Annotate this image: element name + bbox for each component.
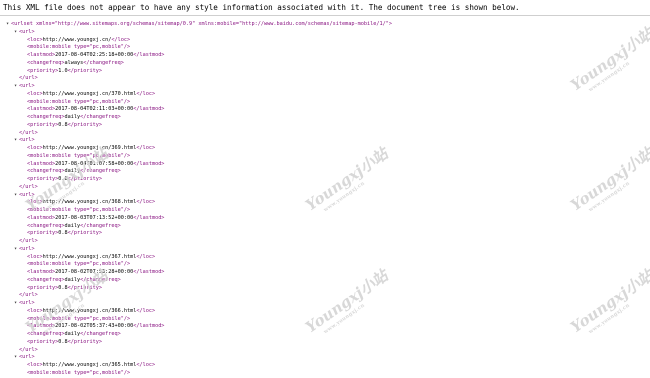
loc-element: <loc>http://www.youngxj.cn/367.html</loc… — [27, 253, 156, 260]
priority-element: <priority>1.0</priority> — [27, 67, 102, 74]
watermark-logo: Youngxj小站 www.youngxj.cn — [567, 144, 650, 215]
urlset-open-tag[interactable]: ▾ <urlset xmlns="http://www.sitemaps.org/… — [6, 21, 392, 29]
mobile-element: <mobile:mobile type="pc,mobile"/> — [27, 261, 131, 268]
url-open-tag[interactable]: ▾ <url> — [6, 354, 392, 362]
lastmod-element: <lastmod>2017-08-04T02:11:03+00:00</last… — [27, 106, 165, 113]
loc-element: <loc>http://www.youngxj.cn/365.html</loc… — [27, 362, 156, 368]
watermark-logo: Youngxj小站 www.youngxj.cn — [567, 266, 650, 337]
lastmod-element: <lastmod>2017-08-03T07:13:52+00:00</last… — [27, 214, 165, 221]
priority-element: <priority>0.8</priority> — [27, 338, 102, 345]
url-close-tag: </url> — [19, 238, 38, 244]
changefreq-element: <changefreq>always</changefreq> — [27, 59, 124, 66]
lastmod-element: <lastmod>2017-08-04T02:25:18+00:00</last… — [27, 52, 165, 58]
xml-notice: This XML file does not appear to have an… — [0, 0, 650, 16]
url-open-tag[interactable]: ▾ <url> — [6, 246, 392, 254]
changefreq-element: <changefreq>daily</changefreq> — [27, 331, 121, 337]
mobile-element: <mobile:mobile type="pc,mobile"/> — [27, 44, 131, 51]
mobile-element: <mobile:mobile type="pc,mobile"/> — [27, 207, 131, 213]
url-open-tag[interactable]: ▾ <url> — [6, 29, 392, 37]
changefreq-element: <changefreq>daily</changefreq> — [27, 114, 121, 120]
url-open-tag[interactable]: ▾ <url> — [6, 137, 392, 145]
mobile-element: <mobile:mobile type="pc,mobile"/> — [27, 98, 131, 105]
url-close-tag: </url> — [19, 346, 38, 353]
url-close-tag: </url> — [19, 75, 38, 82]
changefreq-element: <changefreq>daily</changefreq> — [27, 222, 121, 229]
loc-element: <loc>http://www.youngxj.cn/370.html</loc… — [27, 90, 156, 97]
lastmod-element: <lastmod>2017-08-02T07:53:28+00:00</last… — [27, 269, 165, 275]
url-close-tag: </url> — [19, 129, 38, 136]
loc-element: <loc>http://www.youngxj.cn/369.html</loc… — [27, 145, 156, 151]
loc-element: <loc>http://www.youngxj.cn/</loc> — [27, 36, 131, 43]
changefreq-element: <changefreq>daily</changefreq> — [27, 276, 121, 283]
watermark-logo: Youngxj小站 www.youngxj.cn — [567, 24, 650, 95]
mobile-element: <mobile:mobile type="pc,mobile"/> — [27, 369, 131, 376]
priority-element: <priority>0.8</priority> — [27, 121, 102, 128]
mobile-element: <mobile:mobile type="pc,mobile"/> — [27, 152, 131, 159]
url-open-tag[interactable]: ▾ <url> — [6, 83, 392, 91]
priority-element: <priority>0.8</priority> — [27, 230, 102, 237]
